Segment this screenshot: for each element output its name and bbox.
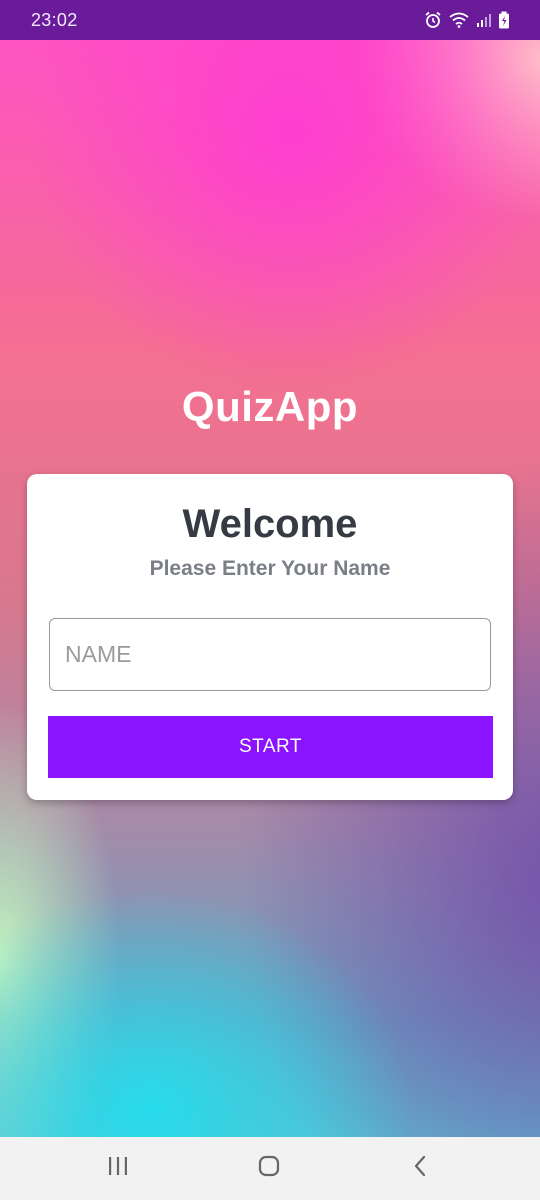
navigation-bar — [0, 1137, 540, 1200]
back-icon — [412, 1155, 428, 1182]
home-button[interactable] — [229, 1137, 309, 1200]
status-time: 23:02 — [31, 9, 78, 30]
wifi-icon — [448, 11, 470, 29]
signal-icon — [476, 12, 492, 28]
status-icons — [424, 11, 510, 29]
app-screen: 23:02 QuizApp Welcome Please Enter Your … — [0, 0, 540, 1200]
back-button[interactable] — [380, 1137, 460, 1200]
recents-button[interactable] — [78, 1137, 158, 1200]
home-icon — [257, 1154, 281, 1183]
status-bar: 23:02 — [0, 0, 540, 40]
name-input[interactable] — [49, 618, 491, 691]
welcome-card: Welcome Please Enter Your Name START — [27, 474, 513, 800]
battery-charging-icon — [498, 11, 510, 29]
welcome-heading: Welcome — [182, 502, 358, 546]
start-button[interactable]: START — [48, 716, 493, 778]
app-title: QuizApp — [181, 383, 359, 430]
enter-name-subtitle: Please Enter Your Name — [149, 557, 391, 580]
alarm-icon — [424, 11, 442, 29]
recents-icon — [107, 1156, 129, 1181]
